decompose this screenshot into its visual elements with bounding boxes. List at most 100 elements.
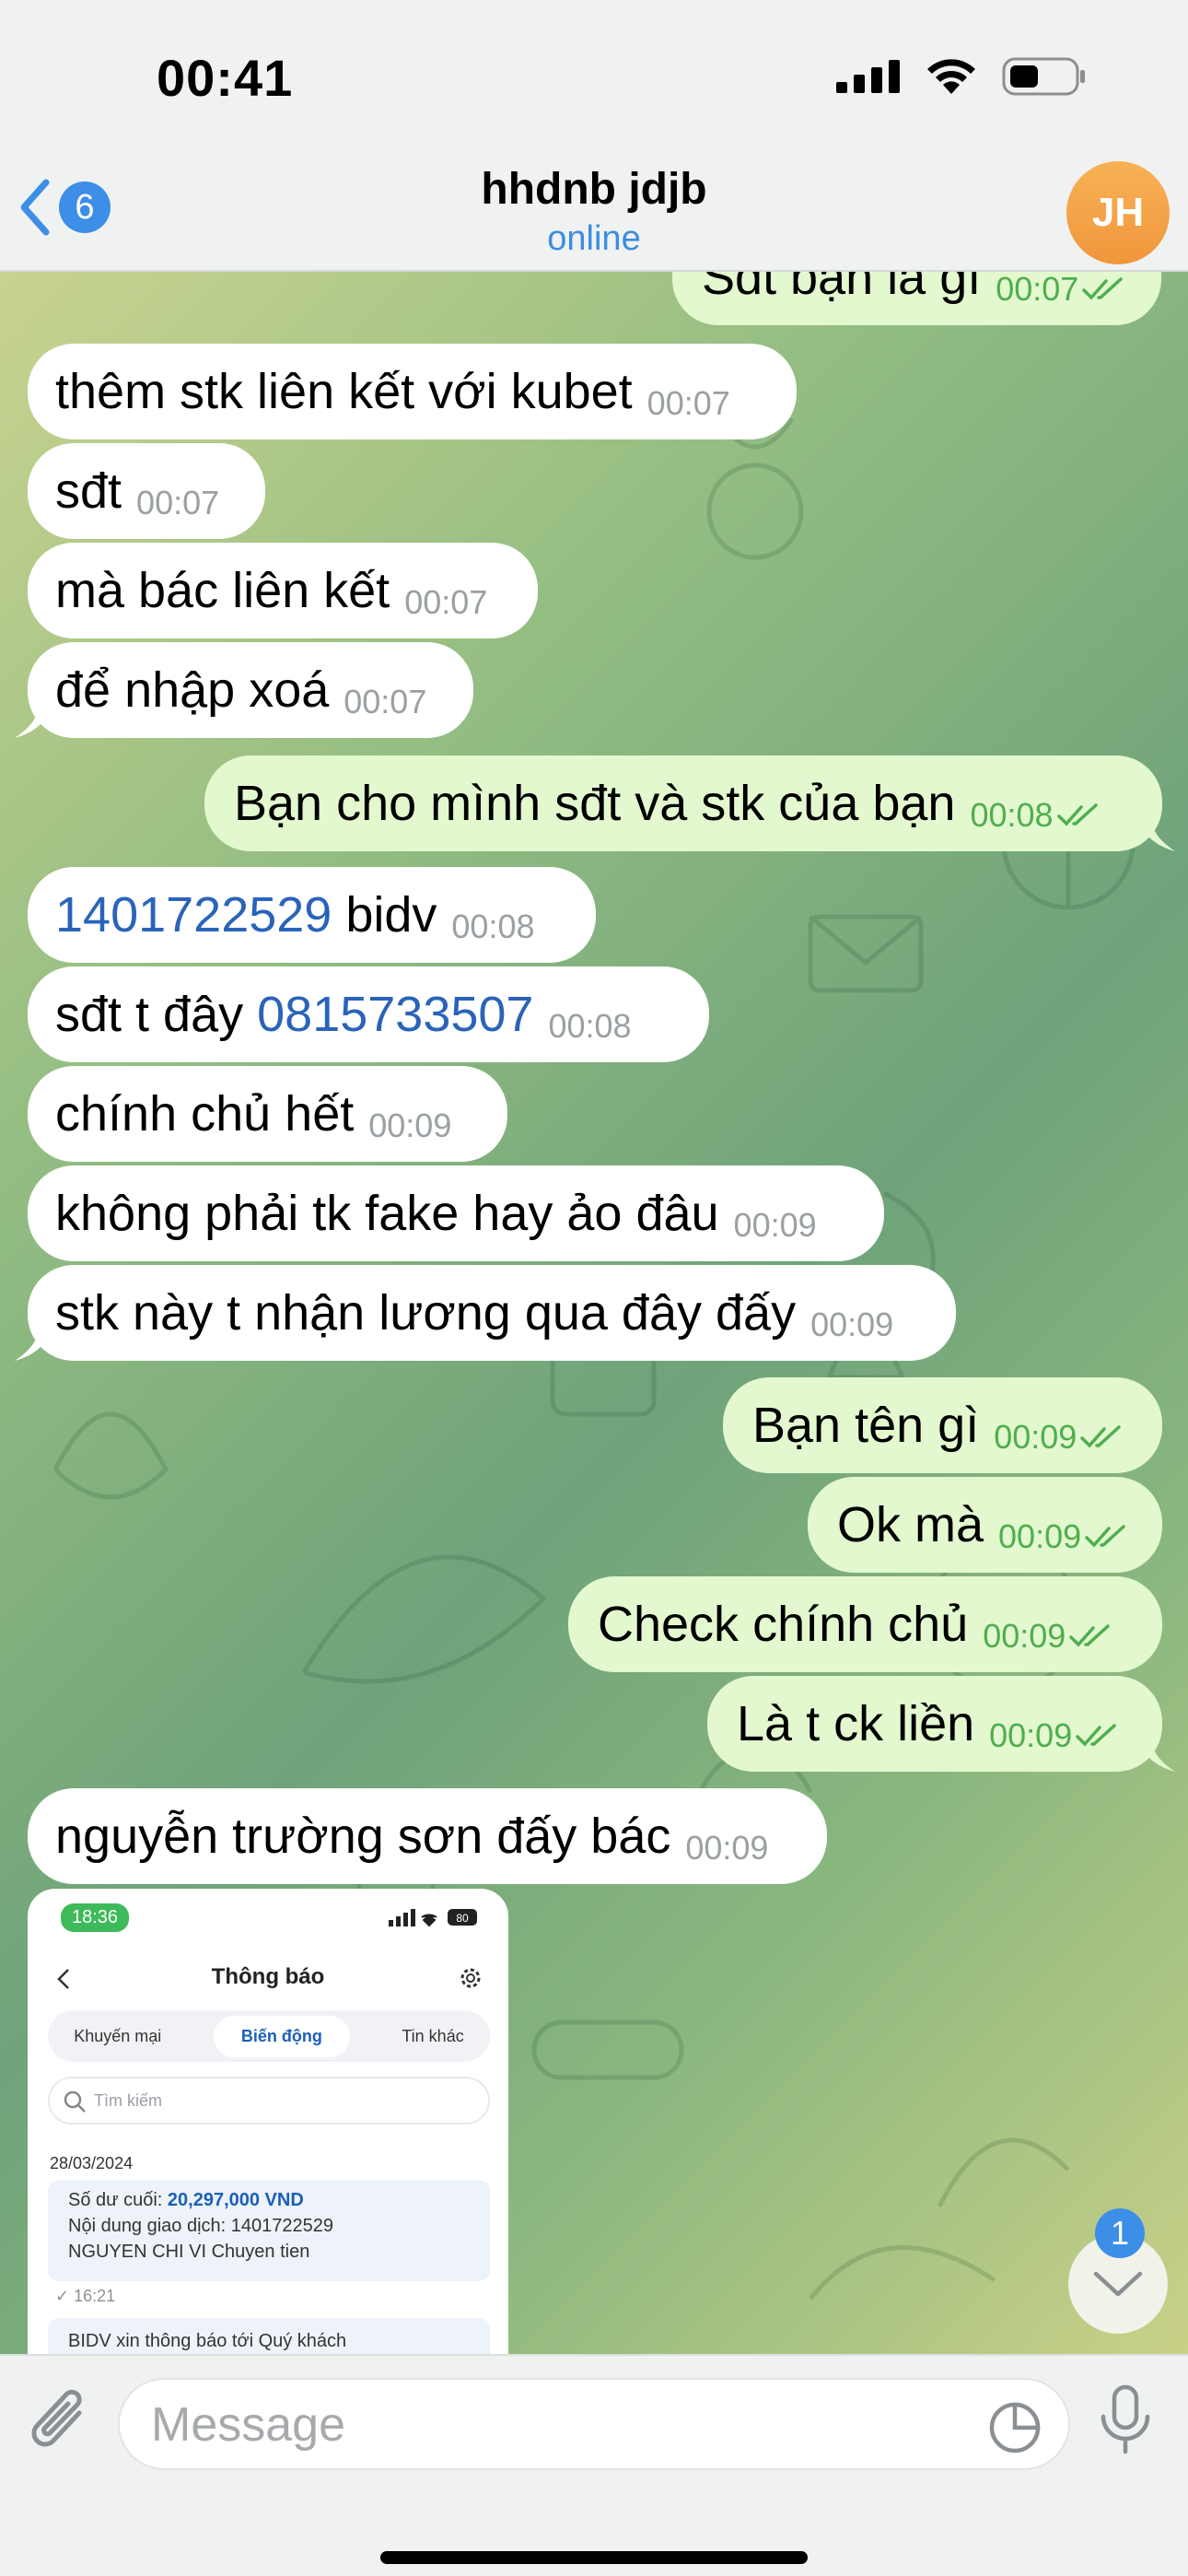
read-checkmarks-icon — [1082, 277, 1124, 300]
status-icons — [836, 57, 1087, 96]
wifi-icon — [927, 59, 975, 94]
message-bubble-in[interactable]: 1401722529 bidv 00:08 — [28, 867, 596, 963]
message-bubble-in[interactable]: không phải tk fake hay ảo đâu 00:09 — [28, 1165, 884, 1261]
photo-search-placeholder: Tìm kiếm — [94, 2090, 162, 2110]
bubble-tail — [15, 1324, 52, 1361]
message-meta: 00:09 — [998, 1517, 1127, 1556]
message-bubble-out[interactable]: Check chính chủ 00:09 — [568, 1576, 1162, 1672]
message-text: chính chủ hết — [55, 1086, 355, 1142]
photo-message[interactable]: 18:36 80 Thông báo Khuyến mại Biến động … — [28, 1889, 508, 2354]
photo-content-line1: Nội dung giao dịch: 1401722529 — [68, 2216, 334, 2236]
message-text: Check chính chủ — [598, 1597, 969, 1652]
message-bubble-in[interactable]: thêm stk liên kết với kubet 00:07 — [28, 344, 797, 439]
message-time: 00:07 — [344, 683, 427, 720]
message-bubble-in[interactable]: chính chủ hết 00:09 — [28, 1066, 507, 1162]
cellular-signal-icon — [836, 60, 900, 93]
message-text-start: sđt t đây — [55, 987, 258, 1042]
message-meta: 00:09 — [989, 1716, 1118, 1755]
message-time: 00:07 — [996, 272, 1079, 308]
status-bar: 00:41 — [0, 0, 1188, 157]
message-meta: 00:07 — [996, 272, 1124, 309]
message-time: 00:09 — [989, 1716, 1073, 1754]
message-time: 00:08 — [548, 1007, 632, 1045]
message-bubble-in[interactable]: sđt 00:07 — [28, 443, 265, 539]
message-time: 00:09 — [994, 1418, 1077, 1456]
message-text: nguyễn trường sơn đấy bác — [55, 1809, 671, 1864]
message-bubble-out[interactable]: Là t ck liền 00:09 — [707, 1676, 1175, 1772]
message-time: 00:09 — [810, 1306, 894, 1343]
photo-tab: Tin khác — [402, 2026, 464, 2045]
photo-date: 28/03/2024 — [50, 2154, 134, 2172]
photo-balance-value: 20,297,000 VND — [167, 2190, 304, 2210]
message-bubble-in[interactable]: mà bác liên kết 00:07 — [28, 543, 538, 638]
message-bubble-in[interactable]: để nhập xoá 00:07 — [15, 642, 473, 738]
read-checkmarks-icon — [1056, 803, 1098, 826]
message-bubble-out[interactable]: Sđt bạn là gì 00:07 — [672, 272, 1161, 325]
message-text: mà bác liên kết — [55, 563, 390, 618]
message-text: sđt — [55, 463, 122, 519]
message-meta: 00:09 — [994, 1418, 1123, 1457]
avatar[interactable]: JH — [1066, 161, 1170, 264]
message-meta: 00:08 — [970, 796, 1099, 835]
photo-time2: ✓ 16:21 — [55, 2287, 116, 2305]
photo-content-line2: NGUYEN CHI VI Chuyen tien — [68, 2242, 310, 2262]
message-text: sđt t đây 0815733507 — [55, 989, 533, 1039]
unread-mentions-badge: 1 — [1095, 2208, 1145, 2258]
account-number-link[interactable]: 1401722529 — [55, 887, 332, 943]
chat-title[interactable]: hhdnb jdjb — [0, 164, 1188, 215]
message-time: 00:07 — [646, 384, 730, 422]
message-text: Sđt bạn là gì — [702, 272, 982, 305]
message-text: Bạn tên gì — [752, 1398, 980, 1453]
photo-search: Tìm kiếm — [48, 2077, 490, 2125]
message-text-rest: bidv — [332, 887, 437, 943]
photo-title: Thông báo — [211, 1964, 325, 1989]
message-bubble-out[interactable]: Ok mà 00:09 — [808, 1477, 1162, 1573]
bubble-tail — [15, 701, 52, 738]
message-time: 00:09 — [983, 1617, 1066, 1655]
message-bubble-out[interactable]: Bạn tên gì 00:09 — [723, 1377, 1162, 1473]
bubble-tail — [1138, 814, 1175, 851]
message-composer — [0, 2354, 1188, 2576]
message-input[interactable] — [151, 2396, 961, 2453]
message-text: để nhập xoá — [55, 662, 330, 718]
home-indicator — [380, 2551, 808, 2564]
message-text: không phải tk fake hay ảo đâu — [55, 1186, 719, 1241]
paperclip-icon[interactable] — [26, 2385, 96, 2459]
message-text: 1401722529 bidv — [55, 890, 437, 940]
photo-next-card: BIDV xin thông báo tới Quý khách — [48, 2318, 490, 2354]
message-text: Ok mà — [837, 1497, 984, 1552]
message-time: 00:07 — [136, 484, 220, 521]
message-bubble-in[interactable]: sđt t đây 0815733507 00:08 — [28, 966, 709, 1062]
photo-settings-icon — [460, 1968, 481, 1988]
bubble-tail — [1138, 1735, 1175, 1772]
chat-header: 6 hhdnb jdjb online JH — [0, 157, 1188, 272]
sticker-icon[interactable] — [987, 2400, 1042, 2455]
message-time: 00:09 — [733, 1206, 817, 1244]
message-time: 00:08 — [970, 796, 1054, 834]
photo-battery-level: 80 — [456, 1912, 469, 1925]
photo-balance-label: Số dư cuối: — [68, 2190, 168, 2210]
read-checkmarks-icon — [1076, 1724, 1116, 1747]
message-time: 00:07 — [404, 583, 488, 621]
message-bubble-in[interactable]: stk này t nhận lương qua đây đấy 00:09 — [15, 1265, 956, 1361]
message-time: 00:09 — [368, 1107, 452, 1144]
read-checkmarks-icon — [1069, 1624, 1111, 1647]
chat-status: online — [547, 219, 641, 258]
microphone-icon[interactable] — [1096, 2383, 1155, 2457]
chevron-down-icon — [1093, 2271, 1143, 2297]
read-checkmarks-icon — [1080, 1425, 1122, 1448]
phone-number-link[interactable]: 0815733507 — [257, 987, 533, 1042]
photo-tabs: Khuyến mại Biến động Tin khác — [48, 2010, 490, 2062]
message-time: 00:08 — [451, 907, 535, 945]
message-input-field[interactable] — [118, 2378, 1070, 2470]
message-time: 00:09 — [998, 1517, 1082, 1555]
message-text: Bạn cho mình sđt và stk của bạn — [234, 776, 956, 831]
message-bubble-in[interactable]: nguyễn trường sơn đấy bác 00:09 — [28, 1788, 827, 1884]
photo-status-icons: 80 — [389, 1909, 477, 1927]
photo-tab-active: Biến động — [213, 2015, 350, 2057]
message-bubble-out[interactable]: Bạn cho mình sđt và stk của bạn 00:08 — [204, 755, 1175, 851]
message-time: 00:09 — [685, 1829, 769, 1867]
message-text: stk này t nhận lương qua đây đấy — [55, 1285, 797, 1341]
chat-area[interactable]: Sđt bạn là gì 00:07 thêm stk liên kết vớ… — [0, 272, 1188, 2354]
photo-tab: Khuyến mại — [74, 2026, 162, 2045]
